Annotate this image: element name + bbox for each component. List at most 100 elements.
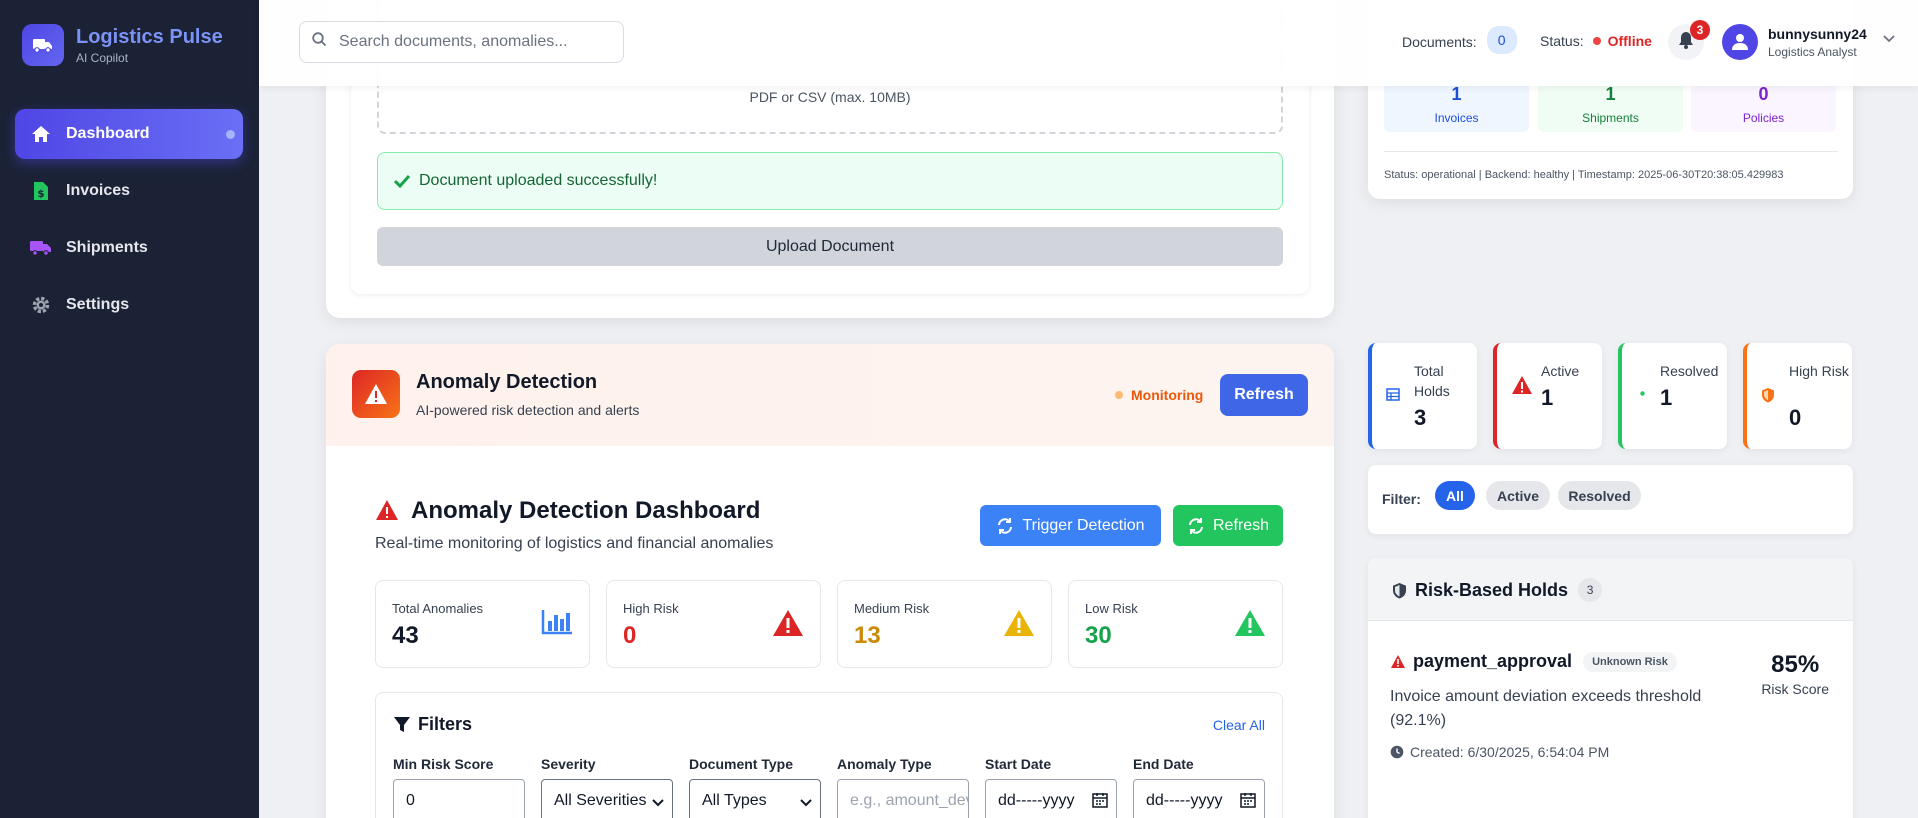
filter-pill-all[interactable]: All bbox=[1435, 481, 1475, 510]
hold-stat-value: 3 bbox=[1414, 405, 1427, 430]
holds-count-badge: 3 bbox=[1578, 578, 1603, 602]
calendar-icon[interactable] bbox=[1238, 792, 1256, 813]
sync-icon bbox=[998, 517, 1013, 534]
hold-stat-label: Total Holds bbox=[1414, 363, 1450, 399]
min-risk-score-input[interactable]: 0 bbox=[393, 779, 525, 818]
sidebar-item-label: Shipments bbox=[66, 239, 148, 256]
filter-label: Severity bbox=[541, 756, 596, 772]
svg-text:$: $ bbox=[38, 189, 45, 200]
stat-tile-shipments: 1 Shipments bbox=[1538, 78, 1683, 132]
stat-label: Policies bbox=[1742, 111, 1785, 125]
user-role: Logistics Analyst bbox=[1768, 44, 1857, 59]
clock-icon bbox=[1390, 745, 1404, 759]
bar-chart-icon bbox=[541, 609, 573, 640]
hold-stat-value: 0 bbox=[1789, 405, 1802, 430]
holds-title: Risk-Based Holds 3 bbox=[1392, 578, 1603, 602]
home-icon bbox=[30, 123, 52, 145]
refresh-button[interactable]: Refresh bbox=[1220, 374, 1308, 416]
documents-count-badge: 0 bbox=[1486, 26, 1517, 54]
calendar-icon[interactable] bbox=[1090, 792, 1108, 813]
user-name: bunnysunny24 bbox=[1768, 25, 1867, 42]
active-indicator bbox=[226, 130, 235, 139]
start-date-input[interactable]: dd-----yyyy bbox=[985, 779, 1117, 818]
search-icon bbox=[312, 32, 327, 52]
brand[interactable]: Logistics Pulse AI Copilot bbox=[22, 24, 223, 66]
stat-value: 43 bbox=[392, 622, 419, 649]
select-value: All Severities bbox=[554, 792, 647, 809]
filters-title-label: Filters bbox=[418, 714, 473, 734]
hold-stat-label: High Risk bbox=[1789, 363, 1849, 379]
trigger-detection-button[interactable]: Trigger Detection bbox=[980, 505, 1161, 546]
holds-title-label: Risk-Based Holds bbox=[1415, 579, 1569, 600]
filter-icon bbox=[394, 716, 410, 732]
sidebar: Logistics Pulse AI Copilot Dashboard $ I… bbox=[0, 0, 259, 818]
invoice-icon: $ bbox=[30, 180, 52, 202]
sidebar-item-settings[interactable]: Settings bbox=[15, 280, 243, 330]
user-menu[interactable]: bunnysunny24 Logistics Analyst bbox=[1722, 24, 1895, 60]
dashboard-title: Anomaly Detection Dashboard bbox=[411, 497, 761, 524]
filters-title: Filters bbox=[393, 714, 472, 735]
shield-icon bbox=[1393, 582, 1406, 598]
sync-icon bbox=[1188, 517, 1203, 534]
severity-select[interactable]: All Severities bbox=[541, 779, 673, 818]
warning-yellow-icon bbox=[1003, 609, 1035, 642]
filter-label: Start Date bbox=[985, 756, 1052, 772]
monitoring-status: Monitoring bbox=[1115, 387, 1203, 403]
chevron-down-icon bbox=[800, 794, 812, 812]
hold-created-label: Created: 6/30/2025, 6:54:04 PM bbox=[1410, 744, 1610, 760]
filters-panel: Filters Clear All Min Risk Score 0 Sever… bbox=[375, 692, 1283, 818]
section-title: Anomaly Detection bbox=[416, 371, 598, 393]
filter-pill-resolved[interactable]: Resolved bbox=[1558, 481, 1641, 510]
stat-label: Invoices bbox=[1434, 111, 1479, 125]
status-value: Offline bbox=[1607, 33, 1652, 49]
system-status-footer: Status: operational | Backend: healthy |… bbox=[1384, 169, 1784, 181]
anomaly-type-input[interactable]: e.g., amount_deviation bbox=[837, 779, 969, 818]
search-box[interactable] bbox=[299, 21, 624, 63]
check-icon bbox=[394, 174, 410, 188]
hold-stat-total: Total Holds 3 bbox=[1368, 343, 1477, 449]
sidebar-item-label: Invoices bbox=[66, 182, 131, 199]
hold-stat-resolved: Resolved 1 bbox=[1618, 343, 1727, 449]
notifications-button[interactable]: 3 bbox=[1668, 20, 1710, 60]
hold-list-item[interactable]: payment_approval Unknown Risk Invoice am… bbox=[1368, 620, 1853, 818]
filter-label: Filter: bbox=[1382, 491, 1421, 507]
filter-label: Anomaly Type bbox=[837, 756, 932, 772]
top-header: Documents: 0 Status: Offline 3 bunnysunn… bbox=[259, 0, 1918, 86]
monitoring-dot bbox=[1115, 391, 1123, 399]
avatar bbox=[1722, 24, 1758, 60]
status-label: Status: bbox=[1540, 33, 1584, 49]
section-subtitle: AI-powered risk detection and alerts bbox=[416, 402, 640, 418]
stat-value: 0 bbox=[623, 622, 637, 649]
risk-level-badge: Unknown Risk bbox=[1583, 651, 1677, 672]
holds-header: Risk-Based Holds 3 bbox=[1368, 558, 1853, 620]
stat-label: Low Risk bbox=[1085, 601, 1138, 616]
upload-success-alert: Document uploaded successfully! bbox=[377, 152, 1283, 210]
upload-document-button[interactable]: Upload Document bbox=[377, 227, 1283, 266]
stat-card-low-risk: Low Risk 30 bbox=[1068, 580, 1283, 668]
sidebar-item-invoices[interactable]: $ Invoices bbox=[15, 166, 243, 216]
sidebar-item-shipments[interactable]: Shipments bbox=[15, 223, 243, 273]
stat-label: High Risk bbox=[623, 601, 679, 616]
hold-created: Created: 6/30/2025, 6:54:04 PM bbox=[1390, 744, 1609, 760]
sidebar-item-dashboard[interactable]: Dashboard bbox=[15, 109, 243, 159]
documents-indicator: Documents: 0 bbox=[1402, 26, 1517, 54]
stat-tile-invoices: 1 Invoices bbox=[1384, 78, 1529, 132]
hold-stat-label: Resolved bbox=[1660, 363, 1719, 379]
warning-green-icon bbox=[1234, 609, 1266, 642]
end-date-input[interactable]: dd-----yyyy bbox=[1133, 779, 1265, 818]
document-type-select[interactable]: All Types bbox=[689, 779, 821, 818]
clear-all-link[interactable]: Clear All bbox=[1213, 717, 1265, 733]
search-input[interactable] bbox=[339, 33, 599, 51]
stat-label: Shipments bbox=[1582, 111, 1639, 125]
sidebar-item-label: Settings bbox=[66, 296, 130, 313]
gear-icon bbox=[30, 294, 52, 316]
status-dot bbox=[1592, 37, 1601, 45]
risk-score-value: 85% bbox=[1771, 651, 1820, 678]
button-label: Trigger Detection bbox=[1022, 516, 1145, 534]
hold-description: Invoice amount deviation exceeds thresho… bbox=[1390, 688, 1702, 729]
filter-pill-active[interactable]: Active bbox=[1486, 481, 1550, 510]
button-label: Refresh bbox=[1212, 516, 1270, 534]
risk-score-label: Risk Score bbox=[1761, 681, 1829, 697]
hold-stat-active: Active 1 bbox=[1493, 343, 1602, 449]
refresh-dashboard-button[interactable]: Refresh bbox=[1173, 505, 1283, 546]
